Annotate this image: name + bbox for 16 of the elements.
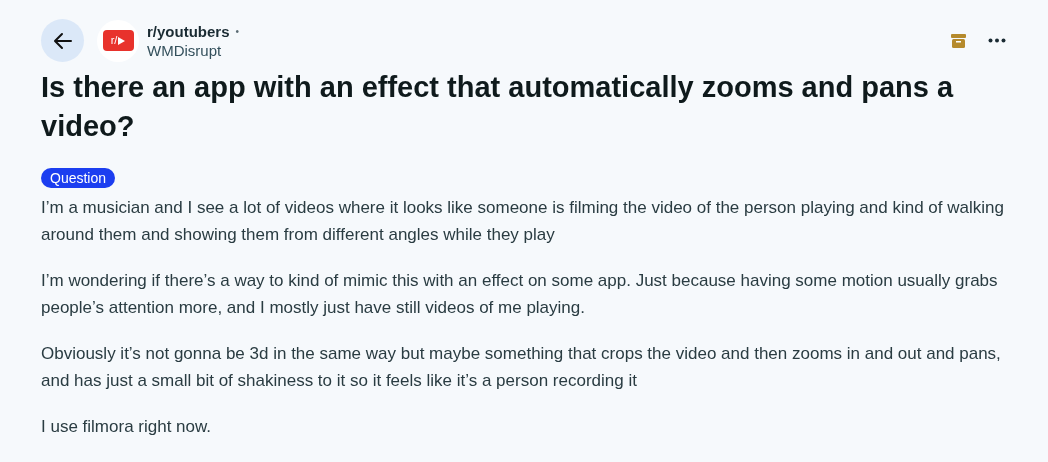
separator-dot: • (235, 24, 240, 39)
back-button[interactable] (41, 19, 84, 62)
back-arrow-icon (52, 31, 73, 50)
post-paragraph: I use filmora right now. (41, 416, 213, 438)
subreddit-avatar[interactable]: r/ (97, 19, 139, 62)
more-options-icon[interactable] (988, 38, 1006, 43)
post-flair[interactable]: Question (41, 168, 116, 188)
post-paragraph: I’m wondering if there’s a way to kind of mimic this with an effect on some app. Just because having some motion usually grabs people’s attention more, and I mostly just have still videos of me playing. (41, 270, 999, 319)
post-title: Is there an app with an effect that automatically zooms and pans a video? (41, 70, 955, 144)
author-link[interactable]: WMDisrupt (147, 40, 240, 60)
archive-icon (951, 33, 966, 48)
subreddit-link[interactable]: r/youtubers (147, 21, 230, 41)
subreddit-logo: r/ (102, 30, 134, 51)
play-icon (118, 36, 126, 45)
post-paragraph: I’m a musician and I see a lot of videos where it looks like someone is filming the video of the person playing and kind of walking around them and showing them from different angles while they play (41, 197, 1005, 246)
post-paragraph: Obviously it’s not gonna be 3d in the same way but maybe something that crops the video and then zooms in and out and pans, and has just a small bit of shakiness to it so it feels like it’s a person recording it (41, 343, 1002, 392)
